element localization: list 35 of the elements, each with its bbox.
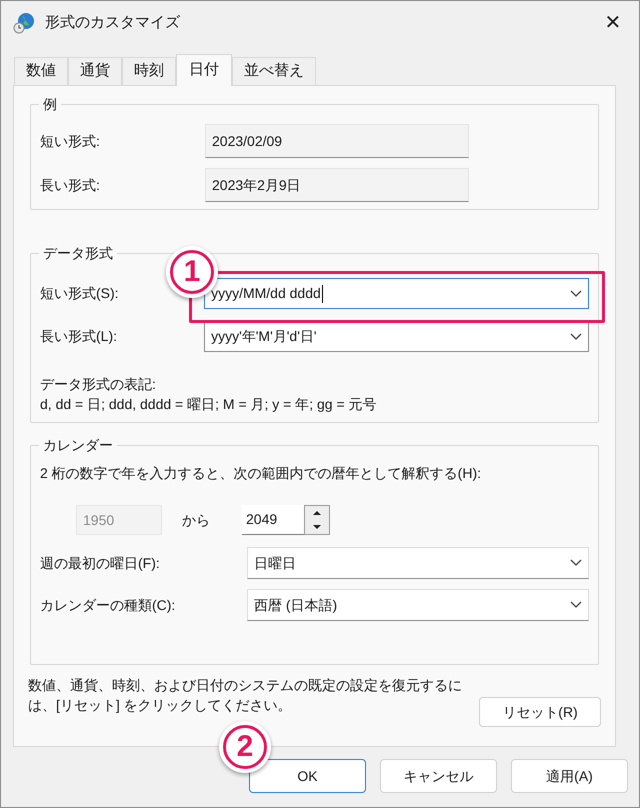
window-title: 形式のカスタマイズ bbox=[45, 12, 180, 33]
year-field[interactable]: 2049 bbox=[242, 505, 304, 535]
chevron-down-icon bbox=[570, 601, 582, 609]
calendar-description: 2 桁の数字で年を入力すると、次の範囲内での暦年として解釈する(H): bbox=[40, 464, 482, 483]
tab[interactable]: 数値 bbox=[14, 57, 68, 85]
read-only-field: 2023年2月9日 bbox=[205, 168, 469, 202]
reset-button[interactable]: リセット(R) bbox=[479, 697, 601, 727]
dialog-button[interactable]: 適用(A) bbox=[511, 759, 628, 793]
tab[interactable]: 時刻 bbox=[122, 57, 176, 85]
spin-button[interactable] bbox=[304, 505, 330, 535]
tab[interactable]: 日付 bbox=[176, 54, 232, 86]
field-label: 週の最初の曜日(F): bbox=[40, 554, 161, 573]
field-label: 長い形式: bbox=[40, 176, 101, 194]
tab[interactable]: 並べ替え bbox=[232, 57, 316, 85]
notation-title: データ形式の表記: bbox=[40, 375, 157, 394]
notation-text: d, dd = 日; ddd, dddd = 曜日; M = 月; y = 年; gg = 元号 bbox=[40, 395, 378, 414]
reset-note: 数値、通貨、時刻、および日付のシステムの既定の設定を復元するには、[リセット] をクリックしてください。 bbox=[28, 676, 463, 715]
chevron-down-icon bbox=[570, 332, 582, 340]
combo-box[interactable]: 西暦 (日本語) bbox=[246, 589, 589, 621]
tab[interactable]: 通貨 bbox=[68, 57, 122, 85]
chevron-down-icon bbox=[570, 290, 582, 298]
read-only-field: 2023/02/09 bbox=[205, 124, 469, 158]
step-number: 2 bbox=[223, 725, 267, 769]
combo-box[interactable]: yyyy'年'M'月'd'日' bbox=[204, 321, 589, 352]
field-label: 短い形式(S): bbox=[40, 284, 120, 303]
range-label: から bbox=[182, 510, 211, 530]
combo-box[interactable]: 日曜日 bbox=[246, 547, 589, 579]
chevron-down-icon bbox=[570, 559, 582, 567]
close-button[interactable]: ✕ bbox=[601, 11, 625, 35]
field-label: 短い形式: bbox=[40, 132, 101, 150]
field-label: カレンダーの種類(C): bbox=[40, 596, 176, 615]
field-label: 長い形式(L): bbox=[40, 327, 118, 346]
globe-clock-icon bbox=[13, 12, 35, 34]
dialog-button[interactable]: OK bbox=[249, 759, 366, 793]
dialog-button[interactable]: キャンセル bbox=[380, 759, 497, 793]
